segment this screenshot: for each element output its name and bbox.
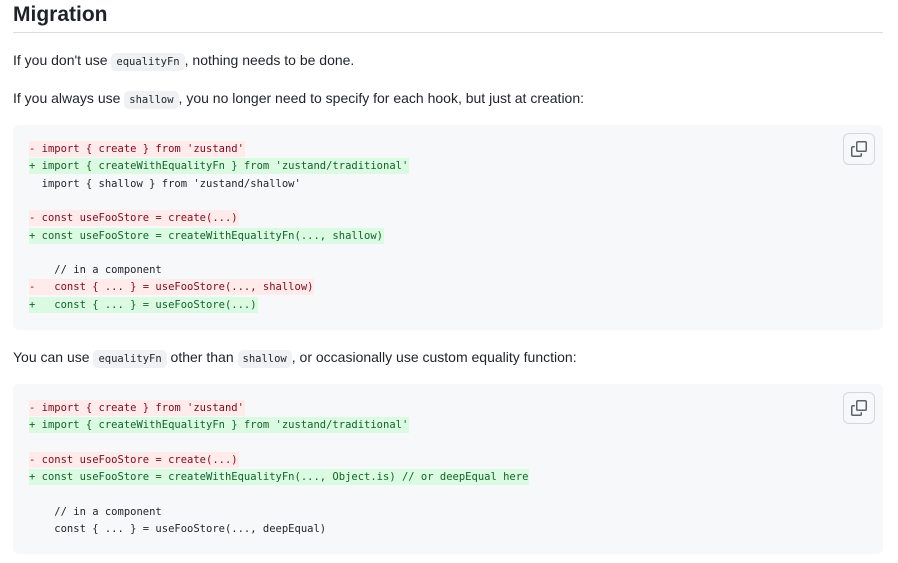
- section-heading: Migration: [13, 3, 108, 26]
- code-line-removed: - import { create } from 'zustand': [29, 400, 245, 416]
- copy-icon: [851, 141, 867, 157]
- code-line: // in a component: [29, 264, 162, 277]
- paragraph-text: If you don't use: [13, 52, 112, 68]
- paragraph-text: You can use: [13, 349, 94, 365]
- code-line-added: + const { ... } = useFooStore(...): [29, 296, 258, 313]
- paragraph-text: If you always use: [13, 90, 125, 106]
- code-line-added: + import { createWithEqualityFn } from '…: [29, 417, 410, 434]
- paragraph-shallow: If you always use shallow, you no longer…: [13, 88, 584, 110]
- code-line: // in a component: [29, 505, 162, 518]
- inline-code: shallow: [124, 91, 179, 109]
- code-line-removed: - const { ... } = useFooStore(..., shall…: [29, 279, 315, 296]
- copy-button[interactable]: [843, 392, 875, 424]
- copy-icon: [851, 400, 867, 416]
- code-line-removed: - const useFooStore = create(...): [29, 210, 239, 227]
- code-line-removed: - const useFooStore = create(...): [29, 451, 239, 468]
- copy-button[interactable]: [843, 133, 875, 165]
- paragraph-text: , nothing needs to be done.: [184, 52, 355, 68]
- code-line-added: + const useFooStore = createWithEquality…: [29, 227, 385, 244]
- paragraph-custom-equality: You can use equalityFn other than shallo…: [13, 347, 577, 369]
- paragraph-text: , or occasionally use custom equality fu…: [291, 349, 577, 365]
- paragraph-text: , you no longer need to specify for each…: [178, 90, 585, 106]
- code-line-added: + const useFooStore = createWithEquality…: [29, 469, 530, 486]
- inline-code: shallow: [237, 350, 292, 368]
- code-block-custom-equality: - import { create } from 'zustand' + impo…: [13, 384, 883, 554]
- paragraph-text: other than: [166, 349, 238, 365]
- inline-code: equalityFn: [111, 53, 185, 71]
- code-block-shallow: - import { create } from 'zustand' + impo…: [13, 125, 883, 330]
- inline-code: equalityFn: [93, 350, 167, 368]
- code-line-removed: - import { create } from 'zustand': [29, 141, 245, 157]
- code-line: import { shallow } from 'zustand/shallow…: [29, 177, 301, 190]
- paragraph-no-equalityfn: If you don't use equalityFn, nothing nee…: [13, 50, 354, 72]
- heading-divider: [13, 32, 883, 33]
- code-line-added: + import { createWithEqualityFn } from '…: [29, 158, 410, 175]
- code-line: const { ... } = useFooStore(..., deepEqu…: [29, 523, 327, 536]
